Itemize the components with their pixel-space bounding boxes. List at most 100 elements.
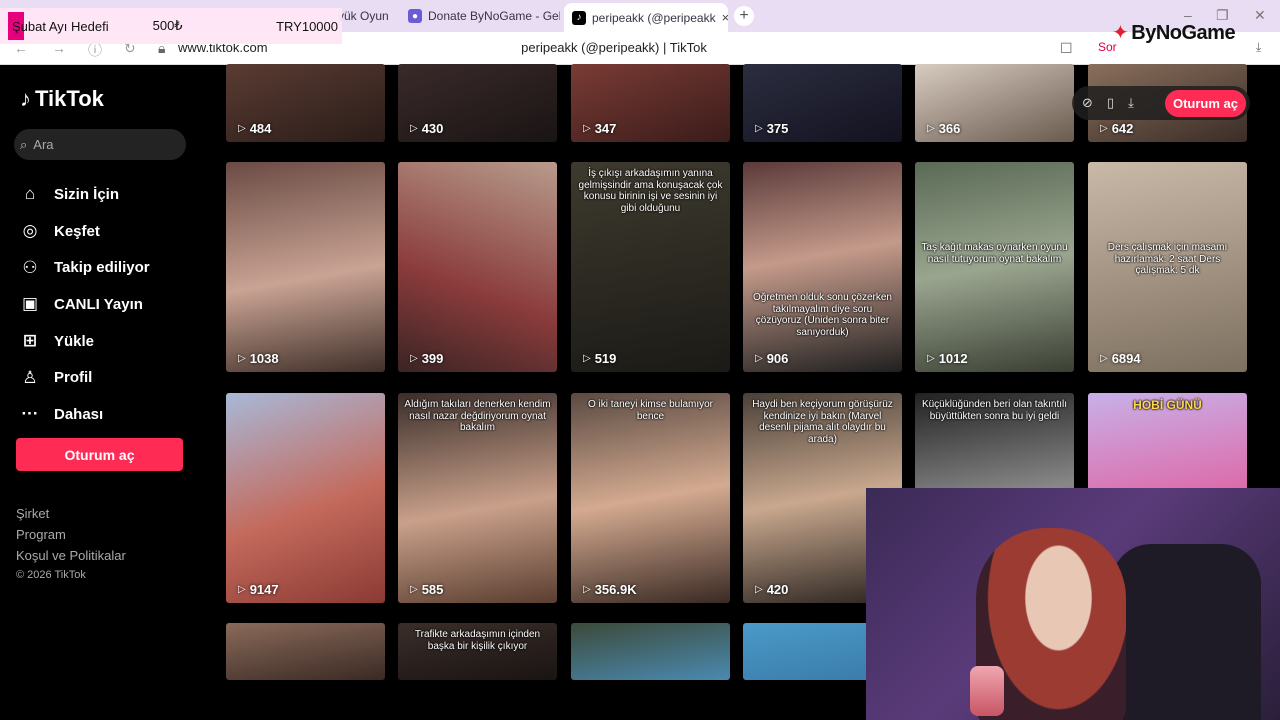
video-caption: Trafikte arkadaşımın içinden başka bir k… xyxy=(414,629,541,652)
video-caption: O iki taneyi kimse bulamıyor bence xyxy=(587,399,714,422)
header-login-button[interactable]: Oturum aç xyxy=(1164,89,1246,117)
view-count: ▷ 484 xyxy=(238,121,271,136)
video-card[interactable]: ▷ 9147 xyxy=(226,393,385,603)
video-card[interactable] xyxy=(571,623,730,680)
bynogame-mark-icon: ✦ xyxy=(1112,22,1129,44)
tab-label: peripeakk (@peripeakk xyxy=(592,10,716,25)
download-icon[interactable]: ⤓ xyxy=(1256,40,1261,55)
tab-label: Donate ByNoGame - Geler xyxy=(428,9,560,23)
view-count-text: 356.9K xyxy=(594,582,637,597)
footer-link-company[interactable]: Şirket xyxy=(16,506,126,521)
tiktok-favicon-icon: ♪ xyxy=(572,10,586,25)
logo-text: TikTok xyxy=(35,86,104,111)
view-count: ▷ 347 xyxy=(583,121,616,136)
play-icon: ▷ xyxy=(238,353,246,364)
sidebar-item-more[interactable]: ··· Dahası xyxy=(20,396,150,433)
video-card[interactable]: İş çıkışı arkadaşımın yanına gelmişsindi… xyxy=(571,162,730,372)
sidebar-item-profile[interactable]: ♙ Profil xyxy=(20,359,150,396)
video-card[interactable]: Trafikte arkadaşımın içinden başka bir k… xyxy=(398,623,557,680)
play-icon: ▷ xyxy=(583,584,591,595)
coin-icon[interactable]: ⊘ xyxy=(1082,95,1093,111)
view-count: ▷ 6894 xyxy=(1100,351,1141,366)
view-count-text: 420 xyxy=(766,582,789,597)
play-icon: ▷ xyxy=(238,123,246,134)
sidebar-item-label: Dahası xyxy=(54,405,104,423)
sidebar-item-explore[interactable]: ◎ Keşfet xyxy=(20,213,150,250)
goal-target: TRY10000 xyxy=(276,18,338,34)
view-count-text: 519 xyxy=(594,351,617,366)
view-count: ▷ 1038 xyxy=(238,351,279,366)
video-card[interactable]: ▷ 347 xyxy=(571,64,730,142)
video-caption: Öğretmen olduk sonu çözerken takılmayalı… xyxy=(753,292,892,338)
tiktok-logo[interactable]: ♪ TikTok xyxy=(20,86,104,112)
browser-tab-active[interactable]: ♪ peripeakk (@peripeakk × xyxy=(564,3,728,32)
video-card[interactable]: ▷ 366 xyxy=(915,64,1074,142)
compass-icon: ◎ xyxy=(22,221,38,241)
video-card[interactable]: Ders çalışmak için masamı hazırlamak: 2 … xyxy=(1088,162,1247,372)
more-icon: ··· xyxy=(21,404,39,424)
video-card[interactable]: ▷ 399 xyxy=(398,162,557,372)
footer-link-terms[interactable]: Koşul ve Politikalar xyxy=(16,548,126,563)
view-count: ▷ 519 xyxy=(583,351,616,366)
tab-label: yük Oyun xyxy=(338,9,389,23)
webcam-overlay xyxy=(866,488,1280,720)
video-card[interactable]: ▷ 430 xyxy=(398,64,557,142)
view-count: ▷ 375 xyxy=(755,121,788,136)
video-card[interactable] xyxy=(226,623,385,680)
video-caption: Taş kağıt makas oynarken oyunu nasıl tut… xyxy=(921,242,1068,265)
microphone xyxy=(970,666,1004,716)
copyright: © 2026 TikTok xyxy=(16,569,86,581)
goal-current: 500₺ xyxy=(152,18,183,33)
download-app-icon[interactable]: ⤓ xyxy=(1128,95,1134,111)
video-card[interactable]: Aldığım takıları denerken kendim nasıl n… xyxy=(398,393,557,603)
bookmark-icon[interactable]: ☐ xyxy=(1060,40,1073,57)
video-card[interactable]: Taş kağıt makas oynarken oyunu nasıl tut… xyxy=(915,162,1074,372)
view-count-text: 430 xyxy=(421,121,444,136)
view-count: ▷ 420 xyxy=(755,582,788,597)
sidebar-item-upload[interactable]: ⊞ Yükle xyxy=(20,323,150,360)
bynogame-logo: ✦ ByNoGame xyxy=(1112,20,1236,45)
video-card[interactable]: ▷ 484 xyxy=(226,64,385,142)
brand-text: ByNoGame xyxy=(1131,22,1236,44)
view-count-text: 366 xyxy=(938,121,961,136)
home-icon: ⌂ xyxy=(24,184,36,204)
sidebar-login-button[interactable]: Oturum aç xyxy=(16,438,183,471)
video-caption: Küçüklüğünden beri olan takıntılı büyütt… xyxy=(921,399,1068,422)
sidebar-item-label: Profil xyxy=(54,369,93,387)
close-window-icon[interactable]: ✕ xyxy=(1254,7,1266,24)
donate-favicon-icon: ● xyxy=(408,9,422,23)
play-icon: ▷ xyxy=(755,353,763,364)
search-input[interactable]: ⌕ Ara xyxy=(14,129,186,160)
live-icon: ▣ xyxy=(21,294,39,314)
new-tab-button[interactable]: + xyxy=(734,6,754,26)
footer-link-program[interactable]: Program xyxy=(16,527,126,542)
view-count-text: 906 xyxy=(766,351,789,366)
play-icon: ▷ xyxy=(927,123,935,134)
view-count-text: 585 xyxy=(421,582,444,597)
sidebar-item-live[interactable]: ▣ CANLI Yayın xyxy=(20,286,150,323)
sidebar-item-label: Keşfet xyxy=(54,222,100,240)
play-icon: ▷ xyxy=(583,353,591,364)
view-count-text: 9147 xyxy=(249,582,279,597)
browser-tab[interactable]: ● Donate ByNoGame - Geler xyxy=(400,4,560,28)
view-count: ▷ 906 xyxy=(755,351,788,366)
video-card[interactable]: ▷ 375 xyxy=(743,64,902,142)
play-icon: ▷ xyxy=(927,353,935,364)
view-count-text: 1038 xyxy=(249,351,279,366)
view-count: ▷ 430 xyxy=(410,121,443,136)
video-card[interactable]: Öğretmen olduk sonu çözerken takılmayalı… xyxy=(743,162,902,372)
video-card[interactable]: ▷ 1038 xyxy=(226,162,385,372)
video-card[interactable]: O iki taneyi kimse bulamıyor bence ▷ 356.9… xyxy=(571,393,730,603)
profile-icon: ♙ xyxy=(22,367,38,387)
view-count-text: 6894 xyxy=(1111,351,1141,366)
view-count-text: 399 xyxy=(421,351,444,366)
play-icon: ▷ xyxy=(238,584,246,595)
view-count: ▷ 642 xyxy=(1100,121,1133,136)
play-icon: ▷ xyxy=(410,123,418,134)
play-icon: ▷ xyxy=(410,353,418,364)
close-tab-icon[interactable]: × xyxy=(722,10,728,25)
sidebar-item-for-you[interactable]: ⌂ Sizin İçin xyxy=(20,176,150,213)
sidebar-item-following[interactable]: ⚇ Takip ediliyor xyxy=(20,249,149,286)
phone-icon[interactable]: ▯ xyxy=(1107,95,1114,111)
tiktok-note-icon: ♪ xyxy=(20,86,31,111)
